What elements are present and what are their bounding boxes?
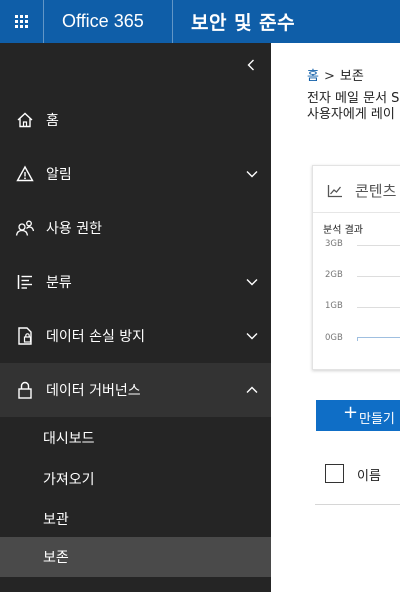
gridline	[357, 276, 400, 277]
sidebar-item-label: 사용 권한	[46, 221, 102, 237]
plus-icon: +	[343, 402, 359, 423]
chart-baseline	[357, 337, 400, 341]
description-line: 사용자에게 레이	[307, 107, 395, 122]
chart-icon	[327, 184, 342, 197]
table-header: 이름	[315, 453, 400, 505]
sidebar-subitem-import[interactable]: 가져오기	[0, 459, 271, 499]
card-divider	[313, 212, 400, 213]
sidebar-item-dlp[interactable]: 데이터 손실 방지	[0, 309, 271, 363]
sidebar-item-permissions[interactable]: 사용 권한	[0, 201, 271, 255]
content-card: 콘텐츠 분석 결과 3GB 2GB 1GB 0GB	[312, 165, 400, 370]
gridline	[357, 245, 400, 246]
people-icon	[15, 218, 35, 238]
sidebar-item-label: 데이터 거버넌스	[46, 383, 141, 399]
page-description: 전자 메일 문서 S 사용자에게 레이	[307, 91, 399, 123]
sidebar-item-classification[interactable]: 분류	[0, 255, 271, 309]
chevron-left-icon	[247, 59, 254, 71]
select-all-checkbox[interactable]	[325, 464, 344, 483]
y-tick-label: 0GB	[325, 333, 343, 343]
main-content: 홈 > 보존 전자 메일 문서 S 사용자에게 레이 콘텐츠 분석 결과 3GB 2…	[271, 43, 400, 592]
card-title: 콘텐츠	[355, 182, 397, 200]
collapse-sidebar-button[interactable]	[243, 55, 259, 75]
sidebar-item-label: 분류	[46, 275, 72, 291]
card-header[interactable]: 콘텐츠	[327, 180, 396, 201]
card-subtitle: 분석 결과	[323, 225, 363, 236]
y-tick-label: 3GB	[325, 239, 343, 249]
sidebar-subitem-retention[interactable]: 보존	[0, 537, 271, 577]
create-button-label: 만들기	[359, 412, 395, 427]
waffle-icon	[15, 15, 28, 28]
sidebar-item-home[interactable]: 홈	[0, 93, 271, 147]
y-tick-label: 1GB	[325, 301, 343, 311]
gridline	[357, 307, 400, 308]
suite-title[interactable]: Office 365	[43, 0, 172, 43]
breadcrumb-separator: >	[323, 69, 335, 84]
sidebar-subitem-archive[interactable]: 보관	[0, 499, 271, 539]
chevron-down-icon	[245, 329, 259, 343]
y-tick-label: 2GB	[325, 270, 343, 280]
chevron-up-icon	[245, 383, 259, 397]
sidebar-item-data-governance[interactable]: 데이터 거버넌스	[0, 363, 271, 417]
app-launcher-button[interactable]	[0, 0, 43, 43]
app-title[interactable]: 보안 및 준수	[172, 0, 295, 43]
sidebar-item-alerts[interactable]: 알림	[0, 147, 271, 201]
sidebar-subitem-dashboard[interactable]: 대시보드	[0, 418, 271, 458]
breadcrumb-current: 보존	[339, 69, 364, 84]
breadcrumb: 홈 > 보존	[307, 65, 364, 84]
sidebar: 홈 알림 사용 권한 분류 데이터 손실 방지 데이터 거버넌스 대시보드 가져…	[0, 43, 271, 592]
chevron-down-icon	[245, 275, 259, 289]
sidebar-item-label: 홈	[46, 113, 59, 129]
description-line: 전자 메일 문서 S	[307, 91, 400, 106]
create-button[interactable]: + 만들기	[316, 400, 400, 431]
sidebar-item-label: 데이터 손실 방지	[46, 329, 146, 345]
list-icon	[15, 272, 35, 292]
sidebar-item-label: 알림	[46, 167, 72, 183]
chevron-down-icon	[245, 167, 259, 181]
column-header-name[interactable]: 이름	[357, 465, 381, 484]
alert-icon	[15, 164, 35, 184]
lock-icon	[15, 380, 35, 400]
top-bar: Office 365 보안 및 준수	[0, 0, 400, 43]
breadcrumb-home-link[interactable]: 홈	[307, 69, 319, 84]
home-icon	[15, 110, 35, 130]
dlp-icon	[15, 326, 35, 346]
